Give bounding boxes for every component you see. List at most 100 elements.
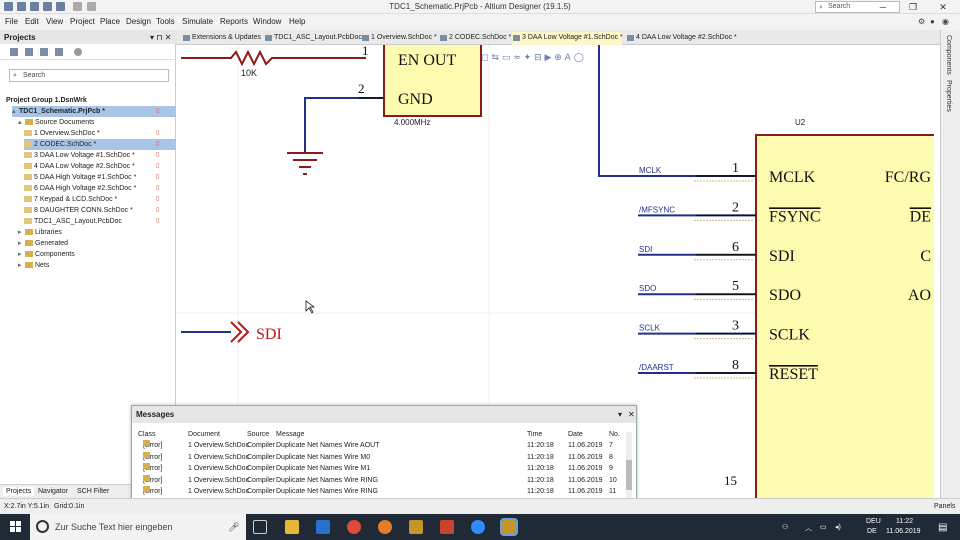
folder-add-icon[interactable] [55,48,63,56]
menu-reports[interactable]: Reports [220,17,248,26]
ground-symbol[interactable] [287,152,323,175]
col-document[interactable]: Document [188,431,220,438]
message-row[interactable]: [Error]1 Overview.SchDocCompilerDuplicat… [137,486,627,497]
message-row[interactable]: [Error]1 Overview.SchDocCompilerDuplicat… [137,451,627,463]
close-button[interactable]: ✕ [928,0,958,14]
col-date[interactable]: Date [568,431,583,438]
collapsed-arrow-icon[interactable]: ▸ [18,249,25,260]
menu-design[interactable]: Design [126,17,151,26]
net-label[interactable]: /DAARST [639,363,674,372]
menu-tools[interactable]: Tools [156,17,175,26]
notifications-icon[interactable]: ● [930,17,935,26]
message-row[interactable]: [Error]1 Overview.SchDocCompilerDuplicat… [137,463,627,474]
task-view-icon[interactable] [253,520,267,534]
tree-item[interactable]: ▸ Components [18,249,183,260]
col-time[interactable]: Time [527,431,542,438]
panels-button[interactable]: Panels [934,503,955,510]
collapsed-arrow-icon[interactable]: ▸ [18,227,25,238]
user-icon[interactable]: ◉ [942,17,949,26]
net-label[interactable]: /MFSYNC [639,205,675,214]
altium-icon[interactable] [409,520,423,534]
powerpoint-icon[interactable] [440,520,454,534]
clock-time[interactable]: 11:22 [896,518,913,525]
menu-edit[interactable]: Edit [25,17,39,26]
col-no[interactable]: No. [609,431,620,438]
tab-sch-filter[interactable]: SCH Filter [74,487,112,496]
network-icon[interactable]: ▭ [820,523,827,531]
add-file-icon[interactable] [40,48,48,56]
tree-item[interactable]: ▸ Libraries [18,227,183,238]
menu-simulate[interactable]: Simulate [182,17,213,26]
panel-pin-icon[interactable]: ▾ ⊓ ✕ [150,33,171,42]
tab-daa-low-voltage-1[interactable]: 3 DAA Low Voltage #1.SchDoc * [512,32,623,45]
menu-help[interactable]: Help [289,17,305,26]
u2-body[interactable] [755,134,934,498]
tree-item[interactable]: 1 Overview.SchDoc * ▯ [24,128,189,139]
microphone-icon[interactable]: 🎤︎ [228,514,239,540]
people-icon[interactable]: ⚇ [782,523,788,531]
projects-search-input[interactable]: ⌕ Search [9,69,169,82]
tree-item[interactable]: ▸ Generated [18,238,183,249]
tab-daa-low-voltage-2[interactable]: 4 DAA Low Voltage #2.SchDoc * [626,32,737,45]
col-class[interactable]: Class [138,431,156,438]
project-options-icon[interactable] [74,48,82,56]
active-bar-toolbar[interactable]: ▽ + ◻ ⇆ ▭ ≈ ✦ ⊟ ▶ ⊕ A ◯ [456,48,666,64]
net-label[interactable]: MCLK [639,166,662,175]
tab-navigator[interactable]: Navigator [35,487,71,496]
firefox-icon[interactable] [378,520,392,534]
tree-item[interactable]: ▴ TDC1_Schematic.PrjPcb * ▯ [12,106,177,117]
menu-file[interactable]: File [5,17,18,26]
clock-date[interactable]: 11.06.2019 [886,528,921,535]
tree-item[interactable]: Project Group 1.DsnWrk [6,95,171,106]
tree-item[interactable]: 4 DAA Low Voltage #2.SchDoc * ▯ [24,161,189,172]
messages-menu-icon[interactable]: ▾ [618,410,622,419]
properties-panel-tab[interactable]: Properties [945,80,952,112]
tree-item[interactable]: ▴ Source Documents [18,117,183,128]
tray-expand-icon[interactable]: ︿ [805,523,812,533]
windows-start-icon[interactable] [10,521,22,533]
tree-item[interactable]: ▸ Nets [18,260,183,271]
tab-projects[interactable]: Projects [3,487,35,496]
compile-icon[interactable] [25,48,33,56]
expanded-arrow-icon[interactable]: ▴ [18,117,25,128]
gnd-wire[interactable] [304,97,384,153]
components-panel-tab[interactable]: Components [945,35,952,75]
tab-codec[interactable]: 2 CODEC.SchDoc * [439,32,511,45]
collapsed-arrow-icon[interactable]: ▸ [18,238,25,249]
message-row[interactable]: [Error]1 Overview.SchDocCompilerDuplicat… [137,474,627,486]
settings-icon[interactable]: ⚙ [918,17,925,26]
net-label[interactable]: SCLK [639,324,661,333]
menu-project[interactable]: Project [70,17,95,26]
zoom-icon[interactable] [471,520,485,534]
keyboard-layout[interactable]: DE [867,528,877,535]
messages-close-icon[interactable]: ✕ [628,410,635,419]
net-label[interactable]: SDI [639,245,652,254]
maximize-button[interactable]: ❐ [898,0,928,14]
tree-item[interactable]: 3 DAA Low Voltage #1.SchDoc * ▯ [24,150,189,161]
tree-item[interactable]: 8 DAUGHTER CONN.SchDoc * ▯ [24,205,189,216]
resistor-10k[interactable] [181,49,366,67]
tab-extensions-updates[interactable]: Extensions & Updates [182,32,264,45]
col-source[interactable]: Source [247,431,269,438]
taskbar-search-input[interactable]: Zur Suche Text hier eingeben 🎤︎ [30,514,246,540]
outlook-icon[interactable] [316,520,330,534]
net-label[interactable]: SDO [639,284,656,293]
mclk-wire[interactable] [598,45,756,177]
expanded-arrow-icon[interactable]: ▴ [12,106,19,117]
tree-item[interactable]: 5 DAA High Voltage #1.SchDoc * ▯ [24,172,189,183]
notifications-center-icon[interactable]: ▤ [938,522,947,533]
messages-scroll-thumb[interactable] [626,460,632,490]
tab-overview[interactable]: 1 Overview.SchDoc * [361,32,439,45]
tree-item[interactable]: 7 Keypad & LCD.SchDoc * ▯ [24,194,189,205]
chrome-icon[interactable] [347,520,361,534]
menu-window[interactable]: Window [253,17,281,26]
tree-item[interactable]: 6 DAA High Voltage #2.SchDoc * ▯ [24,183,189,194]
minimize-button[interactable]: ─ [868,0,898,14]
volume-icon[interactable]: ◂) [835,523,841,531]
tree-item[interactable]: TDC1_ASC_Layout.PcbDoc ▯ [24,216,189,227]
tab-pcb-layout[interactable]: TDC1_ASC_Layout.PcbDoc [264,32,362,45]
col-message[interactable]: Message [276,431,304,438]
collapsed-arrow-icon[interactable]: ▸ [18,260,25,271]
message-row[interactable]: [Error]1 Overview.SchDocCompilerDuplicat… [137,440,627,451]
file-explorer-icon[interactable] [285,520,299,534]
